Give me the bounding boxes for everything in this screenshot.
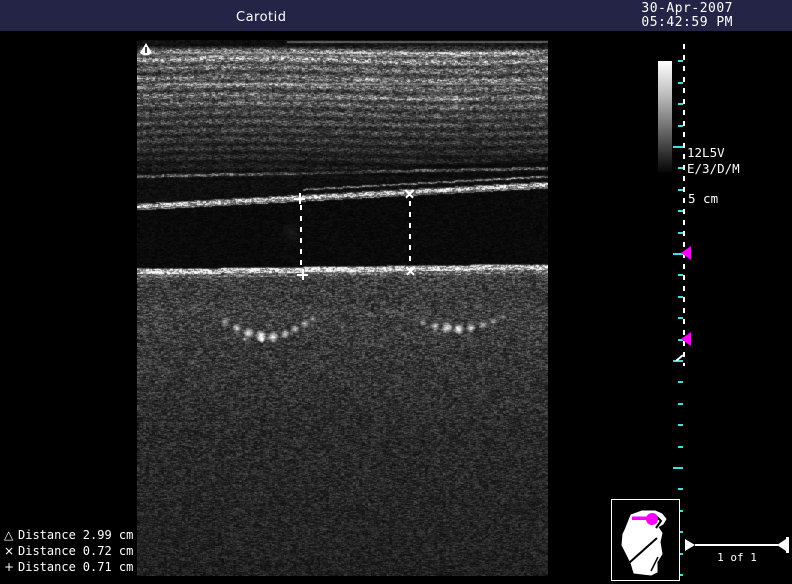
mode-label: E/3/D/M xyxy=(687,162,740,175)
ruler-tick xyxy=(678,125,683,127)
caliper-plus-top[interactable] xyxy=(294,193,305,204)
focal-zone-marker-icon[interactable] xyxy=(681,246,691,260)
grayscale-bar xyxy=(658,61,672,173)
frame-nav-end-bar xyxy=(786,537,789,553)
ruler-tick xyxy=(678,210,683,212)
ruler-tick xyxy=(678,488,683,490)
measurement-label: Distance xyxy=(18,560,76,574)
next-frame-arrow-icon[interactable] xyxy=(777,539,786,551)
measurement-row: △Distance 2.99 cm xyxy=(4,527,133,543)
probe-position-dot xyxy=(646,513,658,525)
caliper-plus-bottom[interactable] xyxy=(297,269,308,280)
depth-ruler-line xyxy=(683,44,685,366)
focal-zone-marker-icon[interactable] xyxy=(681,332,691,346)
ruler-tick xyxy=(678,232,683,234)
measurement-row: +Distance 0.71 cm xyxy=(4,559,133,575)
measurement-row: ×Distance 0.72 cm xyxy=(4,543,133,559)
ruler-tick xyxy=(678,403,683,405)
frame-counter: 1 of 1 xyxy=(707,551,767,564)
body-marker-icon xyxy=(612,500,679,580)
measurement-results: △Distance2.99 cm ×Distance0.72 cm +Dista… xyxy=(4,527,133,575)
frame-nav-line xyxy=(695,544,778,546)
probe-orientation-icon xyxy=(139,42,153,57)
ultrasound-image[interactable] xyxy=(137,40,548,576)
ruler-tick xyxy=(678,296,683,298)
ruler-tick xyxy=(678,167,683,169)
depth-label: 5 cm xyxy=(688,192,718,205)
probe-position-line xyxy=(632,517,648,521)
measurement-label: Distance xyxy=(18,528,76,542)
time-text: 05:42:59 PM xyxy=(641,16,733,30)
title-bar: Carotid 30-Apr-2007 05:42:59 PM xyxy=(0,0,792,31)
plus-caliper-icon: + xyxy=(4,559,18,575)
ultrasound-screen: Carotid 30-Apr-2007 05:42:59 PM 12L5V E/… xyxy=(0,0,792,584)
ruler-tick xyxy=(678,424,683,426)
prev-frame-arrow-icon[interactable] xyxy=(685,539,695,551)
ruler-tick xyxy=(678,82,683,84)
measurement-value: 0.71 cm xyxy=(83,560,134,574)
ruler-tick-cm xyxy=(673,146,683,148)
body-marker-thumbnail[interactable] xyxy=(611,499,680,581)
datetime-display: 30-Apr-2007 05:42:59 PM xyxy=(641,2,733,30)
ruler-tick xyxy=(678,103,683,105)
ruler-tick xyxy=(678,381,683,383)
measurement-value: 0.72 cm xyxy=(83,544,134,558)
exam-preset-title: Carotid xyxy=(236,10,287,25)
ruler-tick xyxy=(678,274,683,276)
ruler-tick xyxy=(678,189,683,191)
ruler-tick xyxy=(678,446,683,448)
ruler-tick-cm xyxy=(673,467,683,469)
ruler-tick xyxy=(678,317,683,319)
probe-label: 12L5V xyxy=(687,146,725,159)
caliper-line-plus xyxy=(300,205,302,268)
caliper-line-x xyxy=(409,201,411,263)
measurement-value: 2.99 cm xyxy=(83,528,134,542)
measurement-label: Distance xyxy=(18,544,76,558)
date-text: 30-Apr-2007 xyxy=(641,2,733,16)
x-caliper-icon: × xyxy=(4,543,18,559)
ruler-tick xyxy=(678,60,683,62)
triangle-caliper-icon: △ xyxy=(4,527,18,543)
